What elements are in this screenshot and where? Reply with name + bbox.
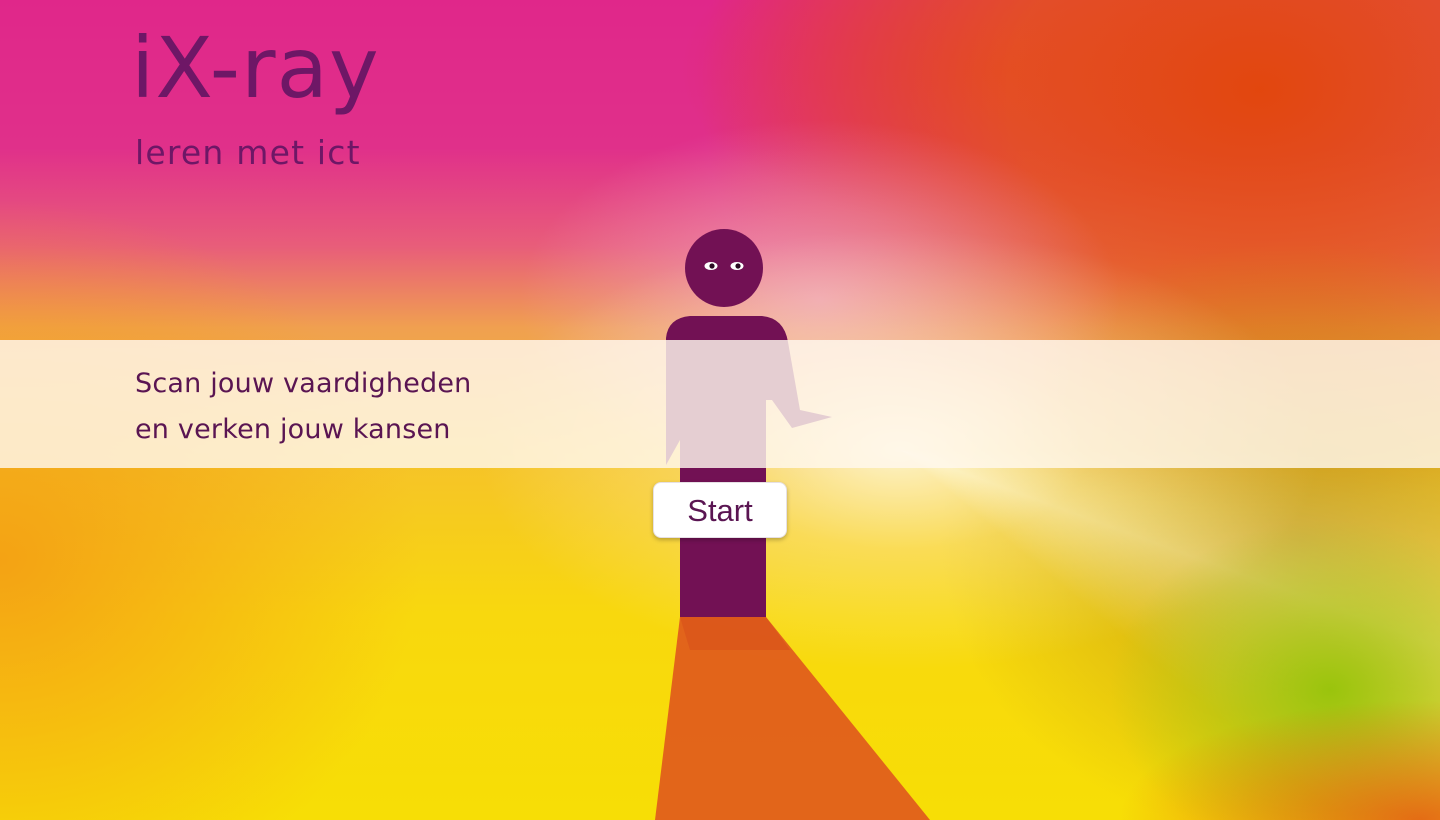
- tagline: Scan jouw vaardigheden en verken jouw ka…: [135, 361, 471, 453]
- figure-shadow-edge: [680, 617, 790, 650]
- tagline-line-2: en verken jouw kansen: [135, 414, 451, 445]
- brand-subtitle: leren met ict: [135, 133, 361, 172]
- landing-screen: Scan jouw vaardigheden en verken jouw ka…: [0, 0, 1440, 820]
- tagline-line-1: Scan jouw vaardigheden: [135, 368, 472, 399]
- figure-head: [685, 229, 763, 307]
- start-button[interactable]: Start: [653, 482, 787, 538]
- brand-title: iX-ray: [131, 19, 380, 117]
